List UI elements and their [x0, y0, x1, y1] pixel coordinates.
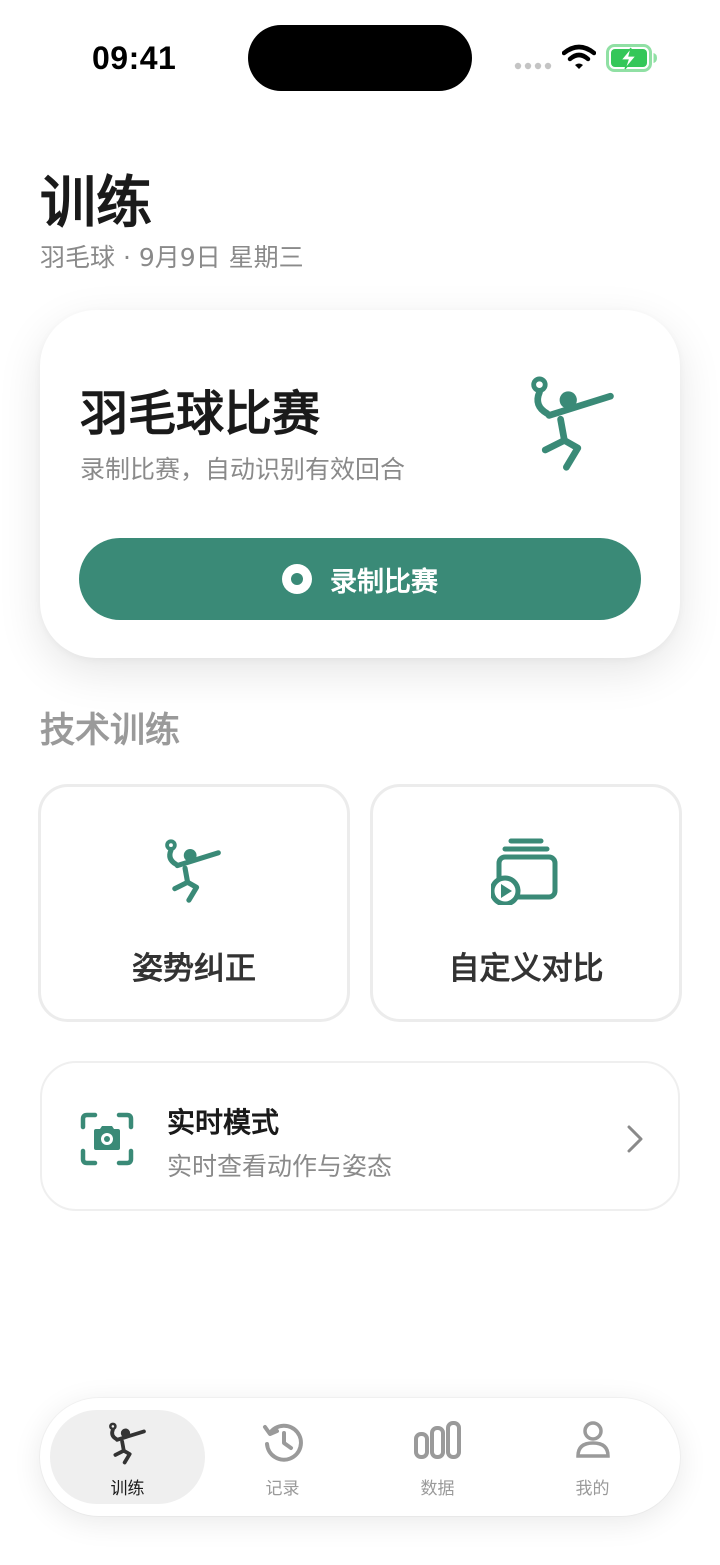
tab-history-label: 记录	[265, 1479, 300, 1499]
dynamic-island	[248, 25, 472, 91]
posture-correction-tile[interactable]: 姿势纠正	[38, 784, 350, 1022]
tab-stats-label: 数据	[420, 1479, 455, 1499]
bar-chart-icon	[413, 1421, 461, 1459]
tab-training[interactable]: 训练	[50, 1410, 205, 1504]
person-icon	[575, 1421, 610, 1458]
record-match-button[interactable]: 录制比赛	[79, 538, 641, 620]
posture-correction-label: 姿势纠正	[132, 951, 256, 987]
match-card-description: 录制比赛，自动识别有效回合	[80, 455, 406, 484]
badminton-player-icon	[108, 1422, 146, 1465]
tab-history[interactable]: 记录	[205, 1410, 360, 1504]
tab-training-label: 训练	[110, 1479, 145, 1499]
section-title-technique: 技术训练	[40, 711, 181, 751]
battery-charging-icon	[606, 44, 657, 72]
live-mode-title: 实时模式	[167, 1106, 280, 1139]
page-subtitle: 羽毛球 · 9月9日 星期三	[40, 243, 304, 272]
tab-stats[interactable]: 数据	[360, 1410, 515, 1504]
stacked-videos-icon	[491, 838, 558, 905]
cellular-signal-icon	[514, 62, 552, 70]
tab-profile[interactable]: 我的	[515, 1410, 670, 1504]
custom-compare-label: 自定义对比	[448, 951, 604, 987]
status-bar: 09:41	[0, 0, 720, 100]
wifi-icon	[562, 44, 596, 69]
custom-compare-tile[interactable]: 自定义对比	[370, 784, 682, 1022]
record-icon	[282, 564, 312, 594]
badminton-player-icon	[165, 839, 221, 903]
history-icon	[262, 1423, 303, 1462]
chevron-right-icon	[627, 1125, 643, 1153]
status-time: 09:41	[92, 40, 177, 76]
badminton-player-icon	[531, 376, 614, 471]
camera-scan-icon	[80, 1112, 134, 1166]
tab-bar: 训练 记录 数据 我的	[40, 1398, 680, 1516]
tab-profile-label: 我的	[575, 1479, 610, 1499]
page-title: 训练	[40, 171, 152, 236]
match-card: 羽毛球比赛 录制比赛，自动识别有效回合 录制比赛	[40, 310, 680, 658]
match-card-title: 羽毛球比赛	[80, 386, 321, 442]
live-mode-row[interactable]: 实时模式 实时查看动作与姿态	[40, 1061, 680, 1211]
live-mode-description: 实时查看动作与姿态	[167, 1152, 393, 1181]
record-match-label: 录制比赛	[330, 566, 438, 598]
